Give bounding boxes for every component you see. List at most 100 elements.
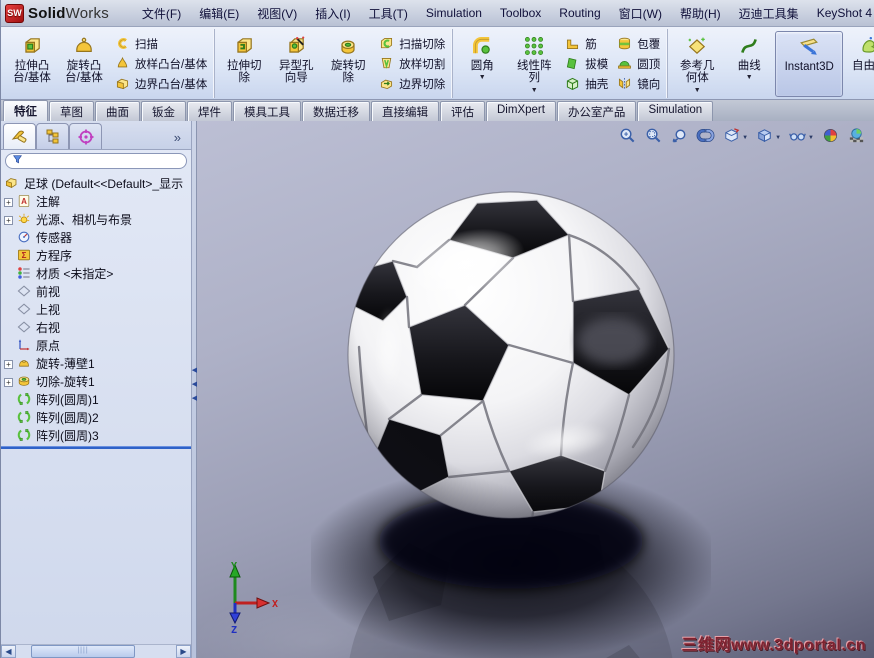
tree-item-注解[interactable]: + A 注解 (1, 192, 191, 210)
ribbon-button-扫描[interactable]: 扫描 (110, 34, 211, 53)
ribbon-button-扫描切除[interactable]: 扫描切除 (374, 34, 449, 53)
tab-曲面[interactable]: 曲面 (95, 101, 140, 121)
tree-item-阵列(圆周)2[interactable]: 阵列(圆周)2 (1, 408, 191, 426)
tab-特征[interactable]: 特征 (3, 100, 48, 121)
ribbon-button-边界凸台/基体[interactable]: 边界凸台/基体 (110, 74, 211, 93)
tab-草图[interactable]: 草图 (49, 101, 94, 121)
dropdown-arrow-icon[interactable]: ▼ (742, 135, 748, 141)
ribbon-button-边界切除[interactable]: 边界切除 (374, 74, 449, 93)
display-style-button[interactable]: ▼ (755, 126, 781, 150)
tree-expander[interactable]: + (1, 374, 16, 388)
menu-item-3[interactable]: 视图(V) (248, 1, 306, 26)
menu-item-7[interactable]: Toolbox (491, 2, 550, 24)
dropdown-arrow-icon[interactable]: ▼ (746, 74, 753, 81)
tree-item-阵列(圆周)3[interactable]: 阵列(圆周)3 (1, 426, 191, 444)
panel-tab-feature-manager[interactable] (3, 123, 36, 149)
tree-expander[interactable]: + (1, 212, 16, 226)
tree-expander[interactable]: + (1, 194, 16, 208)
tree-item-传感器[interactable]: 传感器 (1, 228, 191, 246)
scrollbar-thumb[interactable] (31, 645, 135, 658)
ribbon-button-圆顶[interactable]: 圆顶 (612, 54, 664, 73)
section-view-button[interactable] (696, 126, 715, 150)
tree-item-材质 <未指定>[interactable]: 材质 <未指定> (1, 264, 191, 282)
tree-item-label: 右视 (36, 320, 61, 335)
ribbon-button-拔模[interactable]: 拔模 (560, 54, 612, 73)
previous-view-button[interactable] (670, 126, 689, 150)
ribbon-button-拉伸凸台/基体[interactable]: 拉伸凸 台/基体 (6, 31, 58, 97)
menu-item-6[interactable]: Simulation (417, 2, 491, 24)
edit-appearance-button[interactable] (821, 126, 840, 150)
ribbon-button-镜向[interactable]: 镜向 (612, 74, 664, 93)
tree-item-右视[interactable]: 右视 (1, 318, 191, 336)
ribbon-button-旋转凸台/基体[interactable]: 旋转凸 台/基体 (58, 31, 110, 97)
graphics-viewport[interactable]: ▼ ▼ ▼ Y X Z 三维网www.3dportal.cn (197, 121, 874, 658)
ribbon-button-放样凸台/基体[interactable]: 放样凸台/基体 (110, 54, 211, 73)
menu-item-4[interactable]: 插入(I) (306, 1, 359, 26)
ribbon-button-拉伸切除[interactable]: 拉伸切除 (218, 31, 270, 97)
panel-tab-dimxpert-manager[interactable] (69, 123, 102, 149)
menu-item-1[interactable]: 文件(F) (133, 1, 190, 26)
tree-item-切除-旋转1[interactable]: + 切除-旋转1 (1, 372, 191, 390)
filter-input[interactable] (27, 155, 180, 167)
apply-scene-button[interactable] (847, 126, 866, 150)
panel-expand-chevron[interactable]: » (174, 130, 187, 149)
tree-item-光源、相机与布景[interactable]: + 光源、相机与布景 (1, 210, 191, 228)
tab-焊件[interactable]: 焊件 (187, 101, 232, 121)
tree-item-label: 材质 <未指定> (36, 266, 114, 281)
menu-item-5[interactable]: 工具(T) (360, 1, 417, 26)
ribbon-button-包覆[interactable]: 包覆 (612, 34, 664, 53)
ribbon-button-曲线[interactable]: 曲线 ▼ (723, 31, 775, 97)
tree-item-上视[interactable]: 上视 (1, 300, 191, 318)
scroll-left-button[interactable]: ◀ (1, 645, 16, 658)
tree-item-足球 (Default<<Default>_显示[interactable]: 足球 (Default<<Default>_显示 (1, 174, 191, 192)
menu-item-9[interactable]: 窗口(W) (610, 1, 671, 26)
dropdown-arrow-icon[interactable]: ▼ (479, 74, 486, 81)
menu-item-11[interactable]: 迈迪工具集 (730, 1, 808, 26)
ribbon-button-自由形[interactable]: 自由形 (843, 31, 874, 97)
ribbon-button-旋转切除[interactable]: 旋转切除 (322, 31, 374, 97)
ribbon-button-圆角[interactable]: 圆角 ▼ (456, 31, 508, 97)
tab-数据迁移[interactable]: 数据迁移 (302, 101, 370, 121)
tab-钣金[interactable]: 钣金 (141, 101, 186, 121)
zoom-fit-button[interactable] (618, 126, 637, 150)
hide-show-items-button[interactable]: ▼ (788, 126, 814, 150)
tree-item-前视[interactable]: 前视 (1, 282, 191, 300)
dropdown-arrow-icon[interactable]: ▼ (808, 135, 814, 141)
scroll-right-button[interactable]: ▶ (176, 645, 191, 658)
dropdown-arrow-icon[interactable]: ▼ (694, 87, 701, 94)
rollback-bar[interactable] (1, 446, 191, 449)
ribbon-button-筋[interactable]: 筋 (560, 34, 612, 53)
panel-horizontal-scrollbar[interactable]: ◀ ▶ (1, 644, 191, 658)
ribbon-button-异型孔向导[interactable]: 异型孔 向导 (270, 31, 322, 97)
tree-item-阵列(圆周)1[interactable]: 阵列(圆周)1 (1, 390, 191, 408)
tree-expander[interactable]: + (1, 356, 16, 370)
tab-Simulation[interactable]: Simulation (637, 101, 714, 121)
filter-funnel-icon (12, 152, 23, 170)
tree-item-原点[interactable]: 原点 (1, 336, 191, 354)
menu-item-2[interactable]: 编辑(E) (190, 1, 248, 26)
menu-item-8[interactable]: Routing (550, 2, 609, 24)
ribbon-button-抽壳[interactable]: 抽壳 (560, 74, 612, 93)
ribbon-button-放样切割[interactable]: 放样切割 (374, 54, 449, 73)
ribbon-button-label: 放样凸台/基体 (135, 58, 208, 71)
tab-模具工具[interactable]: 模具工具 (233, 101, 301, 121)
ribbon-button-参考几何体[interactable]: 参考几 何体 ▼ (671, 31, 723, 97)
zoom-area-button[interactable] (644, 126, 663, 150)
dropdown-arrow-icon[interactable]: ▼ (775, 135, 781, 141)
ribbon-button-线性阵列[interactable]: 线性阵列 ▼ (508, 31, 560, 97)
scrollbar-track[interactable] (17, 645, 175, 658)
menu-item-10[interactable]: 帮助(H) (671, 1, 730, 26)
ribbon-button-Instant3D[interactable]: Instant3D (775, 30, 844, 97)
tab-DimXpert[interactable]: DimXpert (486, 101, 556, 121)
menu-item-12[interactable]: KeyShot 4 (808, 2, 874, 24)
feature-tree: 足球 (Default<<Default>_显示 + A 注解 + 光源、相机与布景 传感器… (1, 172, 191, 644)
tree-item-旋转-薄壁1[interactable]: + 旋转-薄壁1 (1, 354, 191, 372)
dropdown-arrow-icon[interactable]: ▼ (531, 87, 538, 94)
view-orientation-button[interactable]: ▼ (722, 126, 748, 150)
tab-办公室产品[interactable]: 办公室产品 (556, 101, 637, 121)
tab-直接编辑[interactable]: 直接编辑 (371, 101, 439, 121)
tree-filter-box[interactable] (5, 153, 187, 169)
tree-item-方程序[interactable]: Σ 方程序 (1, 246, 191, 264)
panel-tab-display-manager[interactable] (36, 123, 69, 149)
tab-评估[interactable]: 评估 (440, 101, 485, 121)
